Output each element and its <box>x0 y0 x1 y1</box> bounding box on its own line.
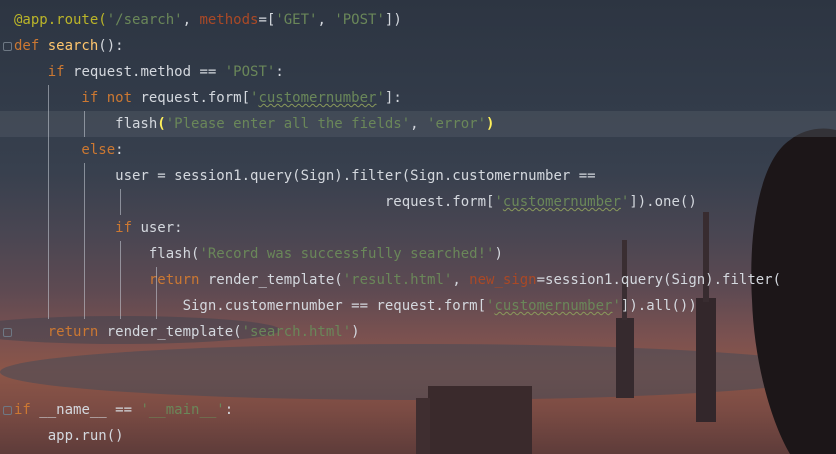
code-line[interactable]: if not request.form['customernumber']: <box>0 85 836 111</box>
code-token: , <box>182 12 200 28</box>
code-line[interactable]: request.form['customernumber']).one() <box>0 189 836 215</box>
code-token: search <box>47 38 99 54</box>
code-token: ' <box>494 194 503 210</box>
code-line[interactable] <box>0 371 836 397</box>
code-text: flash('Record was successfully searched!… <box>14 241 503 267</box>
code-line[interactable]: Sign.customernumber == request.form['cus… <box>0 293 836 319</box>
code-token: flash( <box>14 246 200 262</box>
code-line[interactable]: return render_template('search.html') <box>0 319 836 345</box>
code-token: , <box>452 272 470 288</box>
code-token: =[ <box>258 12 276 28</box>
code-token: if not <box>14 90 141 106</box>
code-token: 'search.html' <box>241 324 352 340</box>
code-text: request.form['customernumber']).one() <box>14 189 697 215</box>
code-token: : <box>224 402 234 418</box>
code-text: if not request.form['customernumber']: <box>14 85 402 111</box>
code-text: if user: <box>14 215 183 241</box>
code-token: render_template( <box>207 272 343 288</box>
code-token: app.run() <box>14 428 124 444</box>
code-token: 'Please enter all the fields' <box>165 116 411 132</box>
code-token: customernumber <box>494 298 613 314</box>
code-token: : <box>115 142 124 158</box>
code-token: else <box>14 142 116 158</box>
code-token: if <box>14 220 141 236</box>
code-text: else: <box>14 137 124 163</box>
code-token: new_sign <box>469 272 537 288</box>
code-token: ]).all()) <box>620 298 697 314</box>
code-token: 'POST' <box>224 64 276 80</box>
code-line[interactable]: return render_template('result.html', ne… <box>0 267 836 293</box>
code-token: 'POST' <box>334 12 385 28</box>
code-token: ) <box>486 116 495 132</box>
code-text: flash('Please enter all the fields', 'er… <box>14 111 494 137</box>
code-text: if __name__ == '__main__': <box>14 397 233 423</box>
code-line[interactable]: @app.route('/search', methods=['GET', 'P… <box>0 7 836 33</box>
code-token: customernumber <box>258 90 377 106</box>
code-token: user = session1.query(Sign).filter(Sign.… <box>14 168 596 184</box>
code-token: customernumber <box>502 194 621 210</box>
code-token: if <box>14 402 40 418</box>
code-token: flash <box>14 116 158 132</box>
code-token: return <box>14 272 208 288</box>
code-token: '/search' <box>106 12 183 28</box>
code-token: ' <box>376 90 385 106</box>
code-line[interactable]: app.run() <box>0 423 836 449</box>
fold-marker-icon[interactable] <box>3 328 12 337</box>
code-token: =session1.query(Sign).filter( <box>536 272 782 288</box>
code-token: ]).one() <box>629 194 697 210</box>
indent-guide <box>156 267 157 319</box>
code-text: @app.route('/search', methods=['GET', 'P… <box>14 7 402 33</box>
code-token: : <box>275 64 284 80</box>
indent-guide <box>84 163 85 319</box>
code-token: 'GET' <box>275 12 318 28</box>
code-line[interactable]: flash('Please enter all the fields', 'er… <box>0 111 836 137</box>
code-line[interactable]: user = session1.query(Sign).filter(Sign.… <box>0 163 836 189</box>
code-text: if request.method == 'POST': <box>14 59 284 85</box>
code-line[interactable] <box>0 345 836 371</box>
indent-guide <box>120 241 121 319</box>
code-token: ) <box>494 246 503 262</box>
code-line[interactable]: flash('Record was successfully searched!… <box>0 241 836 267</box>
code-token: 'Record was successfully searched!' <box>199 246 495 262</box>
code-token: ]) <box>384 12 402 28</box>
code-line[interactable]: if request.method == 'POST': <box>0 59 836 85</box>
code-token: user: <box>140 220 183 236</box>
code-token: , <box>410 116 428 132</box>
code-token: 'result.html' <box>342 272 453 288</box>
code-text: return render_template('result.html', ne… <box>14 267 781 293</box>
code-token: 'error' <box>427 116 487 132</box>
code-token: request.method == <box>73 64 225 80</box>
code-token: '__main__' <box>140 402 225 418</box>
code-token: ]: <box>384 90 402 106</box>
code-line[interactable]: if __name__ == '__main__': <box>0 397 836 423</box>
code-token: request.form[ <box>140 90 251 106</box>
fold-marker-icon[interactable] <box>3 42 12 51</box>
code-token: ( <box>157 116 166 132</box>
code-text: app.run() <box>14 423 124 449</box>
code-token: return <box>14 324 107 340</box>
code-token: render_template( <box>106 324 242 340</box>
code-editor[interactable]: @app.route('/search', methods=['GET', 'P… <box>0 0 836 454</box>
indent-guide <box>120 189 121 215</box>
indent-guide <box>48 85 49 319</box>
code-line[interactable]: if user: <box>0 215 836 241</box>
code-text: def search(): <box>14 33 124 59</box>
code-line[interactable]: else: <box>0 137 836 163</box>
code-token: request.form[ <box>14 194 495 210</box>
code-line[interactable]: def search(): <box>0 33 836 59</box>
code-token: def <box>14 38 48 54</box>
code-token: @app.route( <box>14 12 107 28</box>
code-text: user = session1.query(Sign).filter(Sign.… <box>14 163 596 189</box>
code-token: (): <box>98 38 124 54</box>
fold-marker-icon[interactable] <box>3 406 12 415</box>
code-text: Sign.customernumber == request.form['cus… <box>14 293 697 319</box>
code-token: methods <box>199 12 259 28</box>
code-text: return render_template('search.html') <box>14 319 360 345</box>
code-token: ' <box>612 298 621 314</box>
code-token: if <box>14 64 74 80</box>
code-token: __name__ == <box>39 402 141 418</box>
indent-guide <box>84 111 85 137</box>
code-token: ) <box>351 324 360 340</box>
code-token: , <box>317 12 335 28</box>
